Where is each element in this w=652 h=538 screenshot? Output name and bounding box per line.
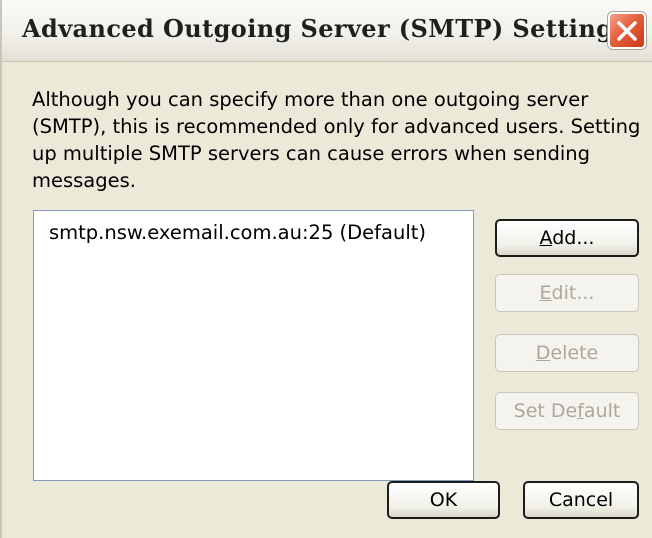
delete-button-mnemonic: D (535, 342, 551, 364)
edit-button-label: dit... (551, 282, 595, 304)
close-button[interactable] (608, 12, 646, 49)
set-default-button[interactable]: Set Default (495, 392, 639, 430)
description-text: Although you can specify more than one o… (32, 88, 641, 192)
delete-button[interactable]: Delete (495, 334, 639, 372)
close-icon (617, 21, 637, 41)
ok-button[interactable]: OK (387, 481, 500, 519)
add-button-label: dd... (552, 227, 595, 249)
title-bar[interactable]: Advanced Outgoing Server (SMTP) Settings (2, 0, 652, 62)
add-button-mnemonic: A (539, 227, 553, 249)
delete-button-label: elete (550, 342, 599, 364)
set-default-button-mnemonic: f (577, 400, 584, 422)
add-button[interactable]: Add... (495, 219, 639, 257)
edit-button-mnemonic: E (539, 282, 552, 304)
cancel-button[interactable]: Cancel (523, 481, 639, 519)
smtp-server-list[interactable]: smtp.nsw.exemail.com.au:25 (Default) (33, 210, 474, 481)
dialog-window: Advanced Outgoing Server (SMTP) Settings… (0, 0, 652, 538)
list-item[interactable]: smtp.nsw.exemail.com.au:25 (Default) (49, 221, 426, 244)
set-default-button-label-start: Set De (513, 400, 578, 422)
set-default-button-label-end: ault (583, 400, 621, 422)
window-title: Advanced Outgoing Server (SMTP) Settings (22, 14, 628, 43)
edit-button[interactable]: Edit... (495, 274, 639, 312)
